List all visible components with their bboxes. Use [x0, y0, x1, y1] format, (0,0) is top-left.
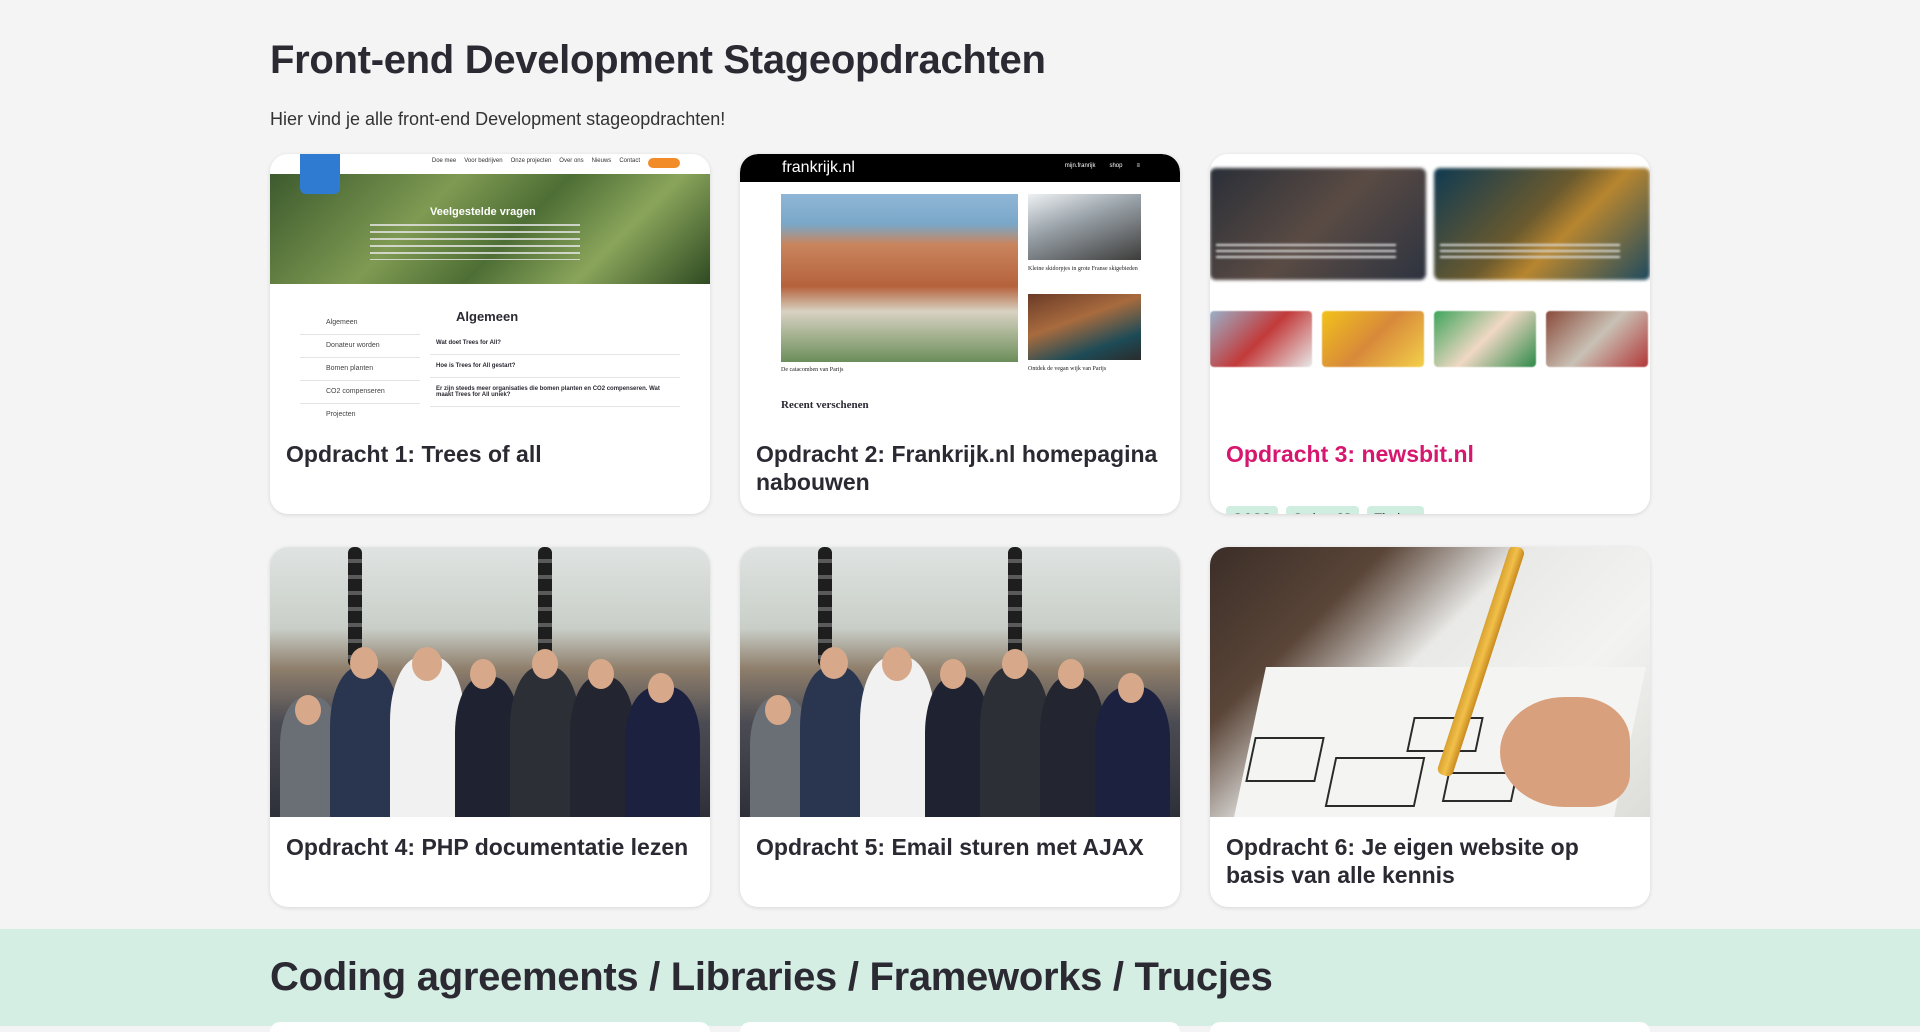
- thumb-menu: mijn.franrijk shop ≡: [1065, 163, 1140, 169]
- thumb-nav-item: Over ons: [559, 158, 584, 164]
- page-subtitle: Hier vind je alle front-end Development …: [270, 109, 726, 129]
- card-opdracht-2[interactable]: frankrijk.nl mijn.franrijk shop ≡ De cat…: [740, 154, 1180, 514]
- card-opdracht-1[interactable]: Doe mee Voor bedrijven Onze projecten Ov…: [270, 154, 710, 514]
- trees-logo-icon: [300, 154, 340, 194]
- thumb-menu-item: shop: [1109, 163, 1123, 169]
- thumb-side-item: Projecten: [300, 404, 420, 424]
- thumb-caption: Kleine skidorpjes in grote Franse skigeb…: [1028, 266, 1138, 272]
- thumb-nav-item: Voor bedrijven: [464, 158, 503, 164]
- thumb-hero-title: Veelgestelde vragen: [430, 206, 536, 218]
- thumb-faq-question: Wat doet Trees for All?: [430, 332, 680, 355]
- thumb-nav-item: Nieuws: [591, 158, 612, 164]
- tag: SCSS: [1226, 506, 1279, 514]
- section-title: Coding agreements / Libraries / Framewor…: [270, 955, 1273, 999]
- thumb-faq-heading: Algemeen: [456, 309, 519, 324]
- thumb-caption: Ontdek de vegan wijk van Parijs: [1028, 366, 1107, 372]
- page-title: Front-end Development Stageopdrachten: [270, 38, 1046, 82]
- tag-list: SCSS SwiperJS Timber: [1210, 468, 1650, 514]
- card-title[interactable]: Opdracht 6: Je eigen website op basis va…: [1210, 817, 1650, 889]
- card-title[interactable]: Opdracht 3: newsbit.nl: [1210, 424, 1650, 468]
- card-opdracht-5[interactable]: Opdracht 5: Email sturen met AJAX: [740, 547, 1180, 907]
- thumb-faq-question: Er zijn steeds meer organisaties die bom…: [430, 378, 680, 407]
- news-thumb: [1434, 311, 1536, 367]
- tag: Timber: [1367, 506, 1425, 514]
- thumb-side-item: Algemeen: [300, 312, 420, 335]
- coding-agreements-section: Coding agreements / Libraries / Framewor…: [0, 929, 1920, 1032]
- section-card[interactable]: [1210, 1022, 1650, 1032]
- card-opdracht-6[interactable]: Opdracht 6: Je eigen website op basis va…: [1210, 547, 1650, 907]
- bitcoin-photo: [1434, 168, 1650, 280]
- card-title[interactable]: Opdracht 1: Trees of all: [270, 424, 710, 468]
- tag: SwiperJS: [1286, 506, 1360, 514]
- thumb-side-menu: Algemeen Donateur worden Bomen planten C…: [300, 312, 420, 424]
- team-photo: [270, 547, 710, 817]
- thumb-nav: Doe mee Voor bedrijven Onze projecten Ov…: [432, 158, 680, 168]
- hamburger-icon: ≡: [1136, 163, 1140, 169]
- card-opdracht-3[interactable]: Opdracht 3: newsbit.nl SCSS SwiperJS Tim…: [1210, 154, 1650, 514]
- main-content: Front-end Development Stageopdrachten Hi…: [270, 0, 1740, 907]
- card-title[interactable]: Opdracht 4: PHP documentatie lezen: [270, 817, 710, 861]
- section-card-tops: [270, 1022, 1650, 1032]
- thumb-nav-item: Doe mee: [431, 158, 457, 164]
- section-card[interactable]: [740, 1022, 1180, 1032]
- thumb-nav-item: Onze projecten: [510, 158, 552, 164]
- mountain-photo: [1028, 194, 1141, 260]
- assignment-grid: Doe mee Voor bedrijven Onze projecten Ov…: [270, 154, 1740, 907]
- team-photo: [740, 547, 1180, 817]
- thumb-side-item: CO2 compenseren: [300, 381, 420, 404]
- thumb-caption: De catacomben van Parijs: [781, 367, 844, 373]
- section-card[interactable]: [270, 1022, 710, 1032]
- thumb-menu-item: mijn.franrijk: [1064, 163, 1096, 169]
- thumb-faq: Algemeen Wat doet Trees for All? Hoe is …: [430, 309, 680, 407]
- card-opdracht-4[interactable]: Opdracht 4: PHP documentatie lezen: [270, 547, 710, 907]
- thumb-logo: frankrijk.nl: [782, 159, 855, 176]
- thumb-faq-question: Hoe is Trees for All gestart?: [430, 355, 680, 378]
- wireframe-sketch-photo: [1210, 547, 1650, 817]
- news-thumb: [1210, 311, 1312, 367]
- frankrijk-thumbnail: frankrijk.nl mijn.franrijk shop ≡ De cat…: [740, 154, 1180, 424]
- thumb-nav-item: Contact: [619, 158, 640, 164]
- trees-for-all-thumbnail: Doe mee Voor bedrijven Onze projecten Ov…: [270, 154, 710, 424]
- thumb-side-item: Bomen planten: [300, 358, 420, 381]
- thumb-recent-heading: Recent verschenen: [781, 399, 869, 411]
- city-photo: [781, 194, 1018, 362]
- cafe-photo: [1028, 294, 1141, 360]
- news-thumb: [1546, 311, 1648, 367]
- card-title[interactable]: Opdracht 5: Email sturen met AJAX: [740, 817, 1180, 861]
- card-title[interactable]: Opdracht 2: Frankrijk.nl homepagina nabo…: [740, 424, 1180, 496]
- thumb-side-item: Donateur worden: [300, 335, 420, 358]
- newsbit-thumbnail: [1210, 154, 1650, 424]
- news-photo: [1210, 168, 1426, 280]
- news-thumb: [1322, 311, 1424, 367]
